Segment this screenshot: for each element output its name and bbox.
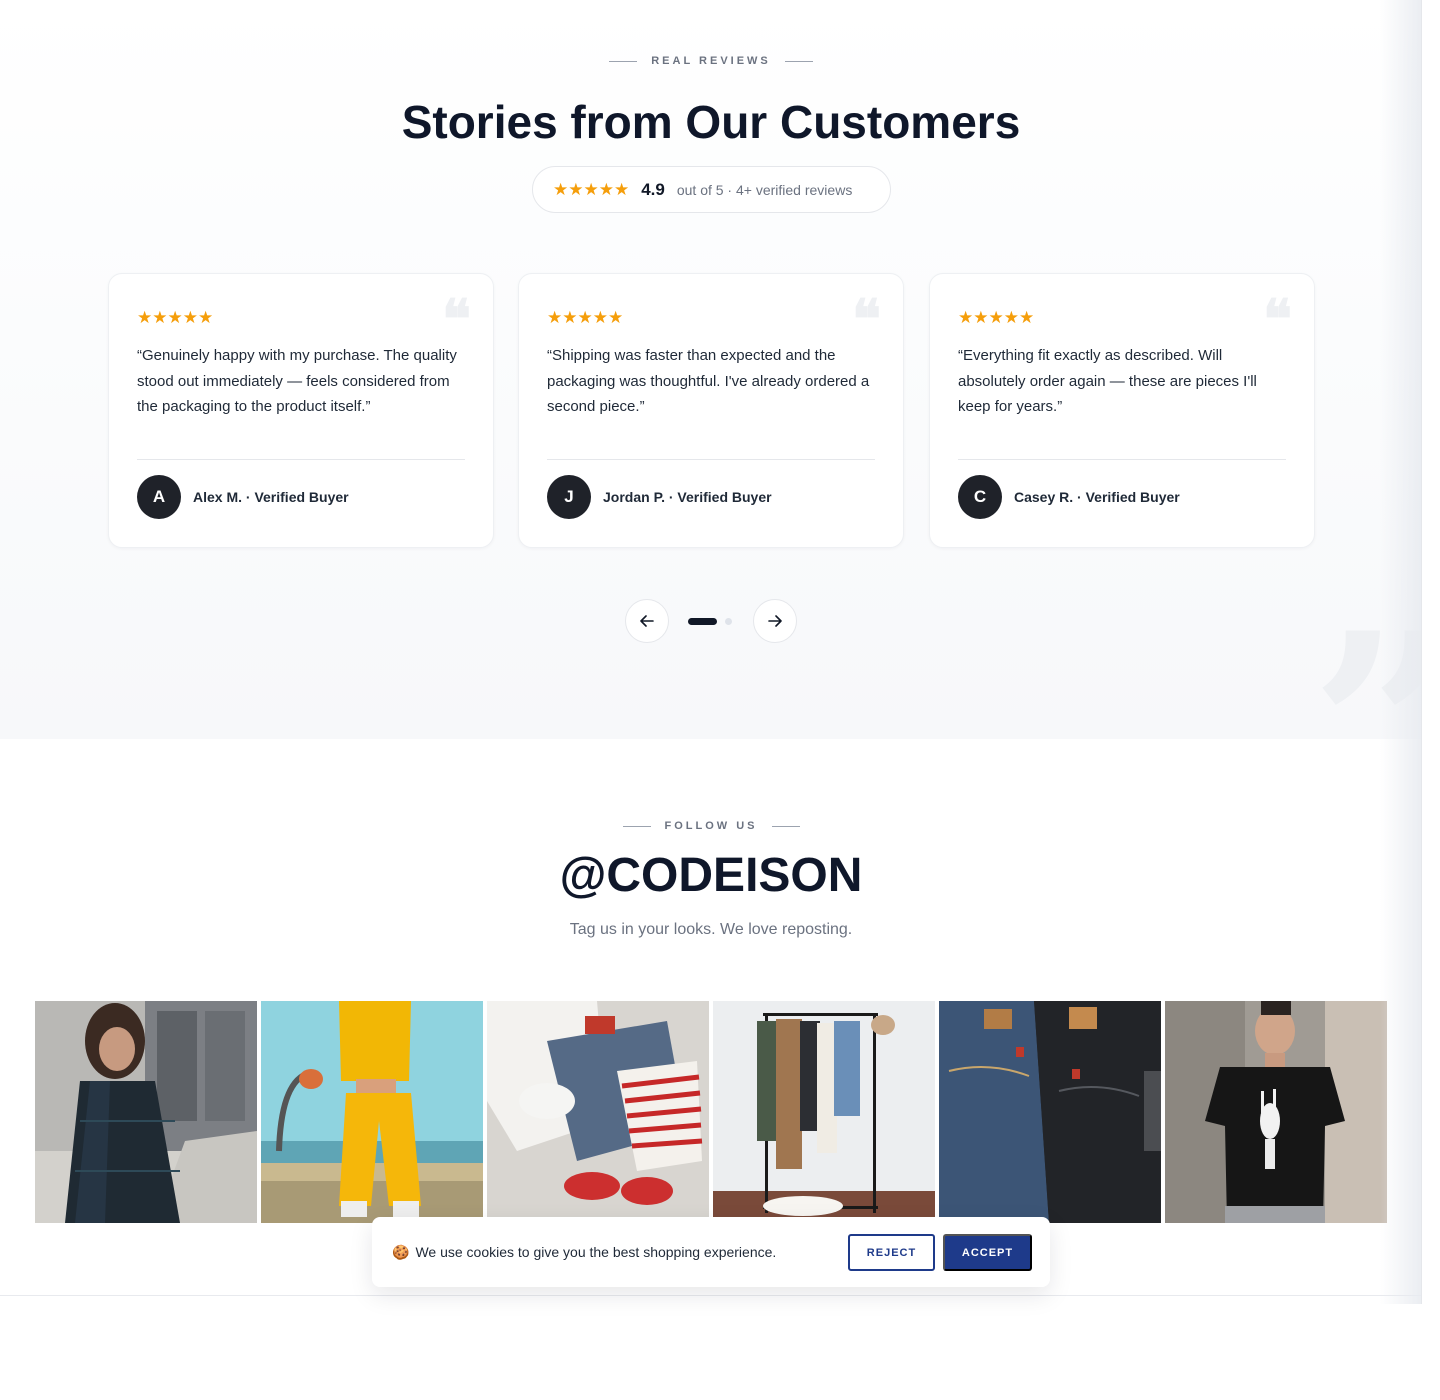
review-author: Jordan P. · Verified Buyer	[603, 489, 772, 505]
carousel-dot[interactable]	[725, 618, 732, 625]
star-rating-icon: ★★★★★	[547, 308, 624, 327]
star-rating-icon: ★★★★★	[137, 308, 214, 327]
gallery-image-5[interactable]	[939, 1001, 1161, 1223]
instagram-handle[interactable]: @CODEISON	[0, 848, 1422, 903]
rating-summary: ★★★★★ 4.9 out of 5 · 4+ verified reviews	[532, 166, 891, 213]
card-divider	[958, 459, 1286, 460]
page-edge-line	[1421, 0, 1422, 1304]
follow-tagline: Tag us in your looks. We love reposting.	[569, 921, 853, 938]
reviews-title: Stories from Our Customers	[401, 96, 1021, 148]
man-in-skeleton-tshirt-photo	[1165, 1001, 1387, 1223]
gallery-image-4[interactable]	[713, 1001, 935, 1223]
card-divider	[547, 459, 875, 460]
page-edge-shadow	[1380, 0, 1422, 1304]
reviews-eyebrow-label: REAL REVIEWS	[651, 55, 771, 67]
arrow-left-icon	[640, 615, 654, 627]
carousel-prev-button[interactable]	[625, 599, 669, 643]
quote-icon: ❝	[1262, 287, 1292, 351]
gallery-image-3[interactable]	[487, 1001, 709, 1223]
review-author: Alex M. · Verified Buyer	[193, 489, 349, 505]
rating-text: out of 5 · 4+ verified reviews	[676, 181, 853, 198]
star-rating-icon: ★★★★★	[958, 308, 1035, 327]
page: “ ” REAL REVIEWS Stories from Our Custom…	[0, 0, 1422, 1304]
review-text: “Everything fit exactly as described. Wi…	[958, 347, 1257, 415]
review-author: Casey R. · Verified Buyer	[1014, 489, 1180, 505]
woman-in-plaid-coat-photo	[35, 1001, 257, 1223]
eyebrow-line	[609, 60, 638, 62]
quote-icon: ❝	[441, 287, 471, 351]
rating-score: 4.9	[641, 179, 665, 199]
cookie-message: We use cookies to give you the best shop…	[415, 1244, 777, 1260]
star-rating-icon: ★★★★★	[553, 180, 630, 199]
reviews-eyebrow: REAL REVIEWS	[0, 55, 1422, 67]
review-text: “Genuinely happy with my purchase. The q…	[137, 347, 457, 415]
card-divider	[137, 459, 465, 460]
review-text: “Shipping was faster than expected and t…	[547, 347, 870, 415]
avatar: C	[958, 475, 1002, 519]
arrow-right-icon	[768, 615, 782, 627]
carousel-next-button[interactable]	[753, 599, 797, 643]
reject-cookies-button[interactable]: REJECT	[848, 1234, 935, 1271]
follow-eyebrow-label: FOLLOW US	[664, 820, 758, 832]
review-card: ★★★★★ ❝ “Everything fit exactly as descr…	[929, 273, 1315, 548]
quote-icon: ❝	[851, 287, 881, 351]
accept-cookies-button[interactable]: ACCEPT	[943, 1234, 1032, 1271]
cookie-icon: 🍪	[392, 1243, 410, 1260]
gallery-image-6[interactable]	[1165, 1001, 1387, 1223]
cookie-banner: 🍪 We use cookies to give you the best sh…	[372, 1217, 1050, 1287]
carousel-dot-active[interactable]	[688, 618, 717, 625]
gallery-image-1[interactable]	[35, 1001, 257, 1223]
eyebrow-line	[622, 825, 651, 827]
follow-eyebrow: FOLLOW US	[0, 820, 1422, 832]
clothing-flatlay-photo	[487, 1001, 709, 1223]
gallery-image-2[interactable]	[261, 1001, 483, 1223]
clothing-rack-photo	[713, 1001, 935, 1223]
section-divider	[0, 1295, 1422, 1296]
review-card: ★★★★★ ❝ “Genuinely happy with my purchas…	[108, 273, 494, 548]
denim-jeans-photo	[939, 1001, 1161, 1223]
avatar: A	[137, 475, 181, 519]
eyebrow-line	[771, 825, 800, 827]
reviews-section: “ ” REAL REVIEWS Stories from Our Custom…	[0, 0, 1422, 739]
review-card: ★★★★★ ❝ “Shipping was faster than expect…	[518, 273, 904, 548]
yellow-tracksuit-photo	[261, 1001, 483, 1223]
avatar: J	[547, 475, 591, 519]
eyebrow-line	[784, 60, 813, 62]
